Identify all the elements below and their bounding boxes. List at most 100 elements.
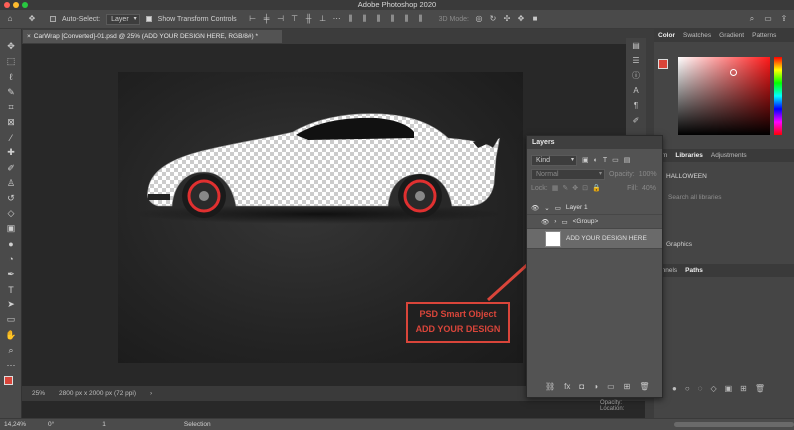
healing-tool-icon[interactable]: ✚ xyxy=(0,145,22,160)
tab-gradient[interactable]: Gradient xyxy=(719,32,744,39)
history-brush-icon[interactable]: ↺ xyxy=(0,191,22,206)
brush-panel-icon[interactable]: ✐ xyxy=(626,113,646,128)
layer-style-icon[interactable]: fx xyxy=(564,382,570,391)
stamp-tool-icon[interactable]: ♙ xyxy=(0,176,22,191)
color-field[interactable] xyxy=(678,57,770,135)
load-selection-icon[interactable]: ◌ xyxy=(698,384,703,393)
eyedropper-tool-icon[interactable]: ⁄ xyxy=(0,130,22,145)
quick-select-tool-icon[interactable]: ✎ xyxy=(0,85,22,100)
color-picker-cursor[interactable] xyxy=(730,69,737,76)
zoom-tool-icon[interactable]: ⌕ xyxy=(0,343,22,358)
library-name[interactable]: HALLOWEEN xyxy=(666,173,707,180)
3d-pan-icon[interactable]: ✣ xyxy=(503,15,511,23)
lock-position-icon[interactable]: ✥ xyxy=(572,184,578,192)
panel-foreground-swatch[interactable] xyxy=(658,59,668,69)
distribute-2-icon[interactable]: ⫼ xyxy=(361,15,369,23)
blur-tool-icon[interactable]: ● xyxy=(0,236,22,251)
character-panel-icon[interactable]: A xyxy=(626,83,646,98)
tab-close-icon[interactable]: × xyxy=(27,33,31,40)
shape-tool-icon[interactable]: ▭ xyxy=(0,312,22,327)
layer-row[interactable]: 👁 ⌄ ▭ Layer 1 xyxy=(527,201,662,215)
lock-paint-icon[interactable]: ✎ xyxy=(562,184,568,192)
path-select-tool-icon[interactable]: ➤ xyxy=(0,297,22,312)
add-mask-icon[interactable]: ▣ xyxy=(725,384,733,393)
crop-tool-icon[interactable]: ⌗ xyxy=(0,100,22,115)
tab-paths[interactable]: Paths xyxy=(685,267,703,274)
bottom-slider[interactable] xyxy=(674,422,794,427)
history-panel-icon[interactable]: ▤ xyxy=(626,38,646,53)
align-top-icon[interactable]: ⊤ xyxy=(291,15,299,23)
expand-chevron-icon[interactable]: › xyxy=(554,218,556,225)
filter-shape-icon[interactable]: ▭ xyxy=(612,156,619,164)
hand-tool-icon[interactable]: ✋ xyxy=(0,328,22,343)
make-path-icon[interactable]: ◇ xyxy=(710,384,716,393)
library-search[interactable]: Search all libraries xyxy=(668,194,721,201)
align-right-icon[interactable]: ⊣ xyxy=(277,15,285,23)
distribute-4-icon[interactable]: ⫼ xyxy=(389,15,397,23)
delete-layer-icon[interactable]: 🗑 xyxy=(639,382,649,391)
expand-chevron-icon[interactable]: ⌄ xyxy=(544,204,549,212)
paragraph-panel-icon[interactable]: ¶ xyxy=(626,98,646,113)
move-tool-icon[interactable]: ✥ xyxy=(0,39,22,54)
bottom-mode[interactable]: Selection xyxy=(184,421,211,428)
frame-tool-icon[interactable]: ⊠ xyxy=(0,115,22,130)
distribute-6-icon[interactable]: ⫼ xyxy=(417,15,425,23)
search-icon[interactable]: ⌕ xyxy=(748,15,756,23)
lock-artboard-icon[interactable]: ⊡ xyxy=(582,184,588,192)
opacity-value[interactable]: 100% xyxy=(639,171,657,178)
new-path-icon[interactable]: ⊞ xyxy=(740,384,747,393)
hue-slider[interactable] xyxy=(774,57,782,135)
eraser-tool-icon[interactable]: ◇ xyxy=(0,206,22,221)
adjustment-layer-icon[interactable]: ◑ xyxy=(593,382,598,391)
properties-panel-icon[interactable]: ☰ xyxy=(626,53,646,68)
align-bottom-icon[interactable]: ⊥ xyxy=(319,15,327,23)
layers-panel-title[interactable]: Layers xyxy=(527,136,662,149)
link-layers-icon[interactable]: ⛓ xyxy=(545,382,555,391)
pen-tool-icon[interactable]: ✒ xyxy=(0,267,22,282)
lock-pixels-icon[interactable]: ▦ xyxy=(552,184,559,192)
status-zoom[interactable]: 25% xyxy=(32,390,45,397)
home-icon[interactable]: ⌂ xyxy=(6,15,14,23)
info-panel-icon[interactable]: ⓘ xyxy=(626,68,646,83)
bottom-angle[interactable]: 0° xyxy=(48,421,54,428)
filter-type-icon[interactable]: T xyxy=(603,157,607,164)
blend-mode-dropdown[interactable]: Normal xyxy=(531,168,605,180)
filter-pixel-icon[interactable]: ▣ xyxy=(582,156,589,164)
distribute-5-icon[interactable]: ⫼ xyxy=(403,15,411,23)
layer-filter-dropdown[interactable]: Kind xyxy=(531,154,577,166)
close-window-icon[interactable] xyxy=(4,2,10,8)
move-tool-icon[interactable]: ✥ xyxy=(28,15,36,23)
align-middle-icon[interactable]: ╫ xyxy=(305,15,313,23)
auto-select-dropdown[interactable]: Layer xyxy=(106,13,140,25)
distribute-3-icon[interactable]: ⫼ xyxy=(375,15,383,23)
gradient-tool-icon[interactable]: ▣ xyxy=(0,221,22,236)
delete-path-icon[interactable]: 🗑 xyxy=(755,384,765,393)
layer-row[interactable]: 👁 › ▭ <Group> xyxy=(527,215,662,229)
3d-slide-icon[interactable]: ✥ xyxy=(517,15,525,23)
lock-all-icon[interactable]: 🔒 xyxy=(592,184,601,192)
new-group-icon[interactable]: ▭ xyxy=(607,382,615,391)
workspace-icon[interactable]: ▭ xyxy=(764,15,772,23)
minimize-window-icon[interactable] xyxy=(13,2,19,8)
3d-camera-icon[interactable]: ■ xyxy=(531,15,539,23)
foreground-color-swatch[interactable] xyxy=(4,376,13,386)
layer-row-selected[interactable]: ADD YOUR DESIGN HERE xyxy=(527,229,662,249)
fill-value[interactable]: 40% xyxy=(642,185,662,192)
stroke-path-icon[interactable]: ○ xyxy=(685,384,690,393)
document-tab[interactable]: × CarWrap [Converted]-01.psd @ 25% (ADD Y… xyxy=(23,30,282,43)
add-mask-icon[interactable]: ◘ xyxy=(579,382,584,391)
tab-color[interactable]: Color xyxy=(658,32,675,39)
brush-tool-icon[interactable]: ✐ xyxy=(0,161,22,176)
3d-orbit-icon[interactable]: ◎ xyxy=(475,15,483,23)
distribute-1-icon[interactable]: ⫼ xyxy=(347,15,355,23)
more-options-icon[interactable]: ⋯ xyxy=(333,15,341,23)
visibility-eye-icon[interactable]: 👁 xyxy=(541,218,549,226)
share-icon[interactable]: ⇪ xyxy=(780,15,788,23)
bottom-zoom[interactable]: 14,24% xyxy=(4,421,26,428)
align-left-icon[interactable]: ⊢ xyxy=(249,15,257,23)
tab-swatches[interactable]: Swatches xyxy=(683,32,711,39)
status-arrow-icon[interactable]: › xyxy=(150,390,152,397)
tab-patterns[interactable]: Patterns xyxy=(752,32,776,39)
new-layer-icon[interactable]: ⊞ xyxy=(624,382,631,391)
show-transform-checkbox[interactable] xyxy=(145,16,152,22)
